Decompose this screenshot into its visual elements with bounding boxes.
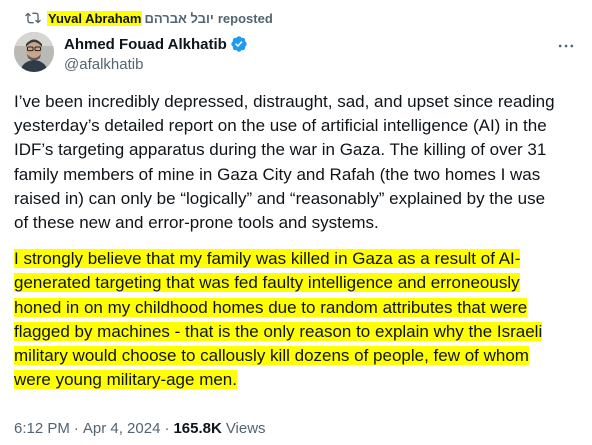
views-count[interactable]: 165.8K (173, 420, 221, 437)
author-handle[interactable]: @afalkhatib (64, 55, 248, 75)
text-line: family members of mine in Gaza City and … (14, 164, 541, 184)
meta-separator: · (164, 419, 170, 437)
tweet-time[interactable]: 6:12 PM (14, 420, 70, 437)
author-info: Ahmed Fouad Alkhatib @afalkhatib (64, 34, 248, 75)
meta-separator: · (73, 419, 79, 437)
text-line: I’ve been incredibly depressed, distraug… (14, 92, 555, 111)
author-display-name[interactable]: Ahmed Fouad Alkhatib (64, 36, 227, 53)
reposter-name[interactable]: Yuval Abraham (47, 10, 143, 26)
repost-icon (25, 10, 41, 26)
text-line: of these new and error-prone tools and s… (14, 213, 379, 233)
tweet-paragraph-2-highlighted: I strongly believe that my family was ki… (14, 247, 584, 392)
more-options-button[interactable] (554, 36, 578, 56)
views-label: Views (225, 419, 266, 437)
highlighted-text-line: I strongly believe that my family was ki… (14, 249, 521, 269)
tweet-card: Yuval Abraham יובל אברהם reposted Ahmed … (0, 0, 592, 445)
reposter-name-hebrew[interactable]: יובל אברהם (144, 11, 213, 26)
tweet-date[interactable]: Apr 4, 2024 (83, 420, 161, 437)
verified-badge-icon (230, 35, 248, 53)
highlighted-text-line: military would choose to callously kill … (14, 346, 529, 366)
tweet-text: I’ve been incredibly depressed, distraug… (14, 90, 584, 404)
repost-header[interactable]: Yuval Abraham יובל אברהם reposted (25, 8, 273, 28)
highlighted-text-line: flagged by machines - that is the only r… (14, 321, 543, 341)
more-options-icon (558, 44, 574, 48)
highlighted-text-line: honed in on my childhood homes due to ra… (14, 297, 528, 317)
text-line: IDF’s targeting apparatus during the war… (14, 140, 547, 160)
highlighted-text-line: were young military-age men. (14, 370, 237, 390)
repost-label: reposted (217, 10, 273, 26)
tweet-meta: 6:12 PM · Apr 4, 2024 · 165.8K Views (14, 418, 266, 438)
text-line: yesterday’s detailed report on the use o… (14, 116, 547, 136)
highlighted-text-line: generated targeting that was fed faulty … (14, 273, 520, 293)
tweet-paragraph-1: I’ve been incredibly depressed, distraug… (14, 90, 584, 235)
text-line: raised in) can only be “logically” and “… (14, 188, 546, 208)
avatar[interactable] (14, 32, 54, 72)
